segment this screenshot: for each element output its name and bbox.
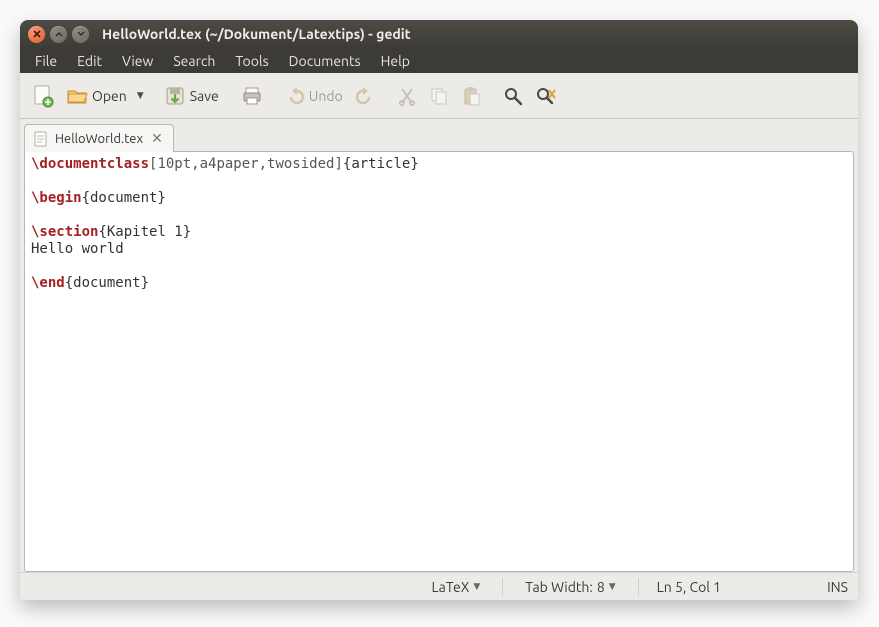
find-replace-button[interactable] xyxy=(529,82,563,110)
new-button[interactable] xyxy=(26,80,60,112)
editor-container: \documentclass[10pt,a4paper,twosided]{ar… xyxy=(20,151,858,572)
redo-button[interactable] xyxy=(349,82,381,110)
cut-button[interactable] xyxy=(391,82,423,110)
close-button[interactable] xyxy=(28,26,45,43)
minimize-button[interactable] xyxy=(50,26,67,43)
open-button[interactable]: Open xyxy=(60,81,133,111)
editor-text: Hello world xyxy=(31,241,124,257)
save-label: Save xyxy=(190,88,219,104)
syntax-command: \begin xyxy=(31,190,82,206)
paste-button[interactable] xyxy=(455,82,487,110)
menu-search[interactable]: Search xyxy=(164,50,224,72)
undo-label: Undo xyxy=(309,88,343,104)
document-icon xyxy=(33,131,49,147)
syntax-command: \end xyxy=(31,275,65,291)
titlebar: HelloWorld.tex (~/Dokument/Latextips) - … xyxy=(20,20,858,48)
tab-width-label: Tab Width: xyxy=(525,579,593,595)
editor-textarea[interactable]: \documentclass[10pt,a4paper,twosided]{ar… xyxy=(24,151,854,572)
print-button[interactable] xyxy=(235,81,269,111)
cursor-position: Ln 5, Col 1 xyxy=(657,579,721,595)
menu-edit[interactable]: Edit xyxy=(68,50,111,72)
menu-documents[interactable]: Documents xyxy=(280,50,370,72)
syntax-mode-selector[interactable]: LaTeX ▼ xyxy=(428,579,485,595)
menubar: File Edit View Search Tools Documents He… xyxy=(20,48,858,73)
separator xyxy=(638,578,639,596)
tabbar: HelloWorld.tex ✕ xyxy=(20,119,858,151)
syntax-bracket: [10pt,a4paper,twosided] xyxy=(149,156,343,172)
maximize-button[interactable] xyxy=(72,26,89,43)
tab-width-selector[interactable]: Tab Width: 8 ▼ xyxy=(521,579,619,595)
menu-help[interactable]: Help xyxy=(372,50,419,72)
separator xyxy=(502,578,503,596)
chevron-down-icon: ▼ xyxy=(473,581,480,592)
toolbar: Open ▼ Save Undo xyxy=(20,73,858,119)
menu-tools[interactable]: Tools xyxy=(226,50,277,72)
syntax-brace: {document} xyxy=(65,275,149,291)
statusbar: LaTeX ▼ Tab Width: 8 ▼ Ln 5, Col 1 INS xyxy=(20,572,858,600)
undo-button[interactable]: Undo xyxy=(279,82,349,110)
insert-mode[interactable]: INS xyxy=(827,579,848,595)
tab-label: HelloWorld.tex xyxy=(55,132,143,146)
find-button[interactable] xyxy=(497,82,529,110)
syntax-mode-label: LaTeX xyxy=(432,579,470,595)
tab-close-icon[interactable]: ✕ xyxy=(149,130,165,147)
syntax-brace: {article} xyxy=(343,156,419,172)
menu-file[interactable]: File xyxy=(26,50,66,72)
syntax-command: \documentclass xyxy=(31,156,149,172)
menu-view[interactable]: View xyxy=(113,50,162,72)
save-button[interactable]: Save xyxy=(158,81,225,111)
tab-helloworld[interactable]: HelloWorld.tex ✕ xyxy=(24,124,174,152)
open-dropdown[interactable]: ▼ xyxy=(133,90,148,101)
tab-width-value: 8 xyxy=(597,579,605,595)
gedit-window: HelloWorld.tex (~/Dokument/Latextips) - … xyxy=(20,20,858,600)
open-label: Open xyxy=(92,88,127,104)
window-title: HelloWorld.tex (~/Dokument/Latextips) - … xyxy=(102,26,411,42)
chevron-down-icon: ▼ xyxy=(609,581,616,592)
syntax-command: \section xyxy=(31,224,98,240)
syntax-brace: {Kapitel 1} xyxy=(98,224,191,240)
syntax-brace: {document} xyxy=(82,190,166,206)
copy-button[interactable] xyxy=(423,82,455,110)
